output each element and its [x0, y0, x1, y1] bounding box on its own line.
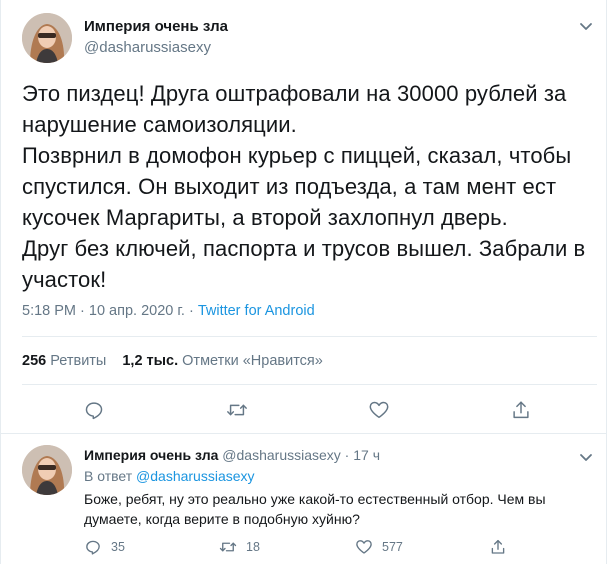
- tweet-stats: 256 Ретвиты 1,2 тыс. Отметки «Нравится»: [22, 353, 323, 369]
- reply-to-label: В ответ: [84, 468, 137, 484]
- divider: [22, 384, 597, 385]
- reply-like-button[interactable]: 577: [355, 538, 403, 556]
- chevron-down-icon[interactable]: [576, 447, 596, 467]
- retweets-count: 256: [22, 353, 47, 369]
- reply-author-handle[interactable]: @dasharussiasexy: [222, 447, 341, 463]
- author-handle[interactable]: @dasharussiasexy: [84, 39, 211, 56]
- reply-text: Боже, ребят, ну это реально уже какой-то…: [84, 491, 546, 527]
- reply-time[interactable]: 17 ч: [353, 447, 380, 463]
- likes-count: 1,2 тыс.: [122, 353, 179, 369]
- reply-reply-button[interactable]: 35: [84, 538, 125, 556]
- likes-label: Отметки «Нравится»: [182, 353, 323, 369]
- reply-share-button[interactable]: [489, 538, 516, 556]
- reply-to-line: В ответ @dasharussiasexy: [84, 468, 255, 484]
- reply-author-name[interactable]: Империя очень зла: [84, 447, 218, 463]
- tweet-source-link[interactable]: Twitter for Android: [198, 303, 315, 319]
- share-icon: [491, 539, 505, 554]
- reply-like-count: 577: [382, 540, 403, 554]
- reply-to-mention[interactable]: @dasharussiasexy: [136, 468, 255, 484]
- heart-icon: [356, 540, 372, 554]
- tweet-meta: 5:18 PM · 10 апр. 2020 г. · Twitter for …: [22, 303, 315, 319]
- chevron-down-icon[interactable]: [576, 16, 596, 36]
- share-icon[interactable]: [510, 399, 532, 421]
- reply-retweet-count: 18: [246, 540, 260, 554]
- reply-author-avatar[interactable]: [22, 445, 72, 495]
- author-avatar[interactable]: [22, 13, 72, 63]
- divider: [0, 433, 607, 434]
- retweets-label: Ретвиты: [50, 353, 107, 369]
- reply-retweet-button[interactable]: 18: [219, 538, 260, 556]
- retweet-icon[interactable]: [226, 399, 248, 421]
- reply-header: Империя очень зла @dasharussiasexy · 17 …: [84, 447, 380, 463]
- likes-stat[interactable]: 1,2 тыс. Отметки «Нравится»: [122, 353, 323, 369]
- reply-icon[interactable]: [83, 399, 105, 421]
- divider: [22, 336, 597, 337]
- tweet-timestamp[interactable]: 5:18 PM · 10 апр. 2020 г. ·: [22, 303, 198, 319]
- author-name[interactable]: Империя очень зла: [84, 18, 228, 35]
- reply-reply-count: 35: [111, 540, 125, 554]
- reply-icon: [86, 540, 100, 555]
- tweet-text: Это пиздец! Друга оштрафовали на 30000 р…: [22, 81, 586, 292]
- retweet-icon: [219, 542, 237, 552]
- retweets-stat[interactable]: 256 Ретвиты: [22, 353, 106, 369]
- heart-icon[interactable]: [368, 399, 390, 421]
- reply-time-separator: ·: [340, 447, 354, 463]
